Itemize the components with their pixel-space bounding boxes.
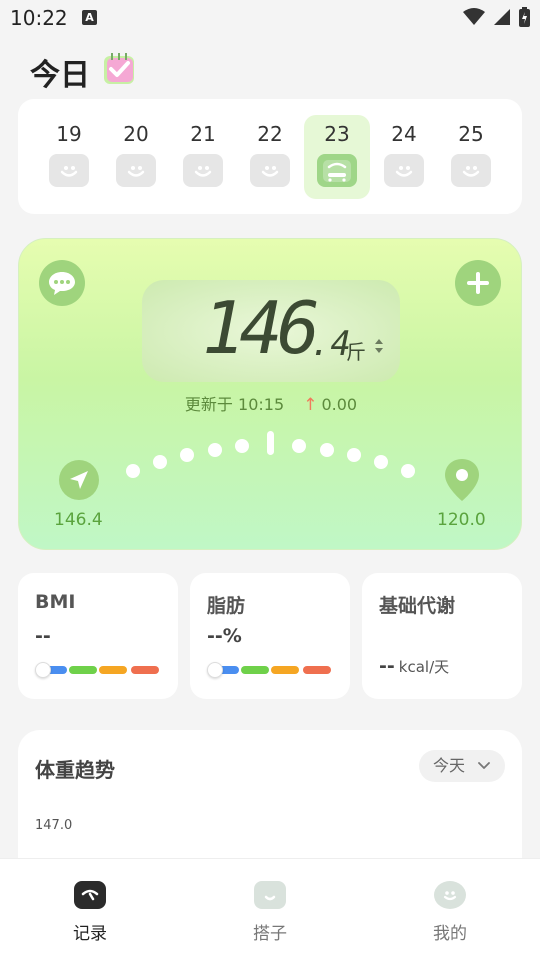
date-item-25[interactable]: 25 [438,115,504,199]
bmr-title: 基础代谢 [379,595,456,617]
date-strip: 19 20 21 22 23 24 25 [18,99,522,214]
face-icon [451,154,491,187]
bmr-value: -- [379,655,395,677]
range-segment [131,666,159,674]
range-segment [303,666,331,674]
date-number: 22 [257,122,283,146]
status-bar: 10:22 A [0,0,540,36]
arc-dot [347,448,361,462]
bmr-unit: kcal/天 [398,658,450,676]
target-pin-icon [445,459,479,501]
nav-mine[interactable]: 我的 [390,881,510,944]
battery-icon [519,7,530,27]
trend-y-tick: 147.0 [35,818,73,833]
trend-range-dropdown[interactable]: 今天 [419,750,505,782]
arc-dot [320,443,334,457]
nav-partner-label: 搭子 [253,924,287,944]
date-item-20[interactable]: 20 [103,115,169,199]
arc-dot [126,464,140,478]
nav-record[interactable]: 记录 [30,881,150,944]
face-icon [49,154,89,187]
target-weight: 120.0 [437,510,486,530]
date-item-22[interactable]: 22 [237,115,303,199]
arc-dot [374,455,388,469]
bmi-title: BMI [35,591,76,613]
range-indicator [207,662,223,678]
date-item-23[interactable]: 23 [304,115,370,199]
arc-current-marker [267,431,274,455]
page-title: 今日 [30,58,90,93]
status-icons [463,7,530,27]
date-number: 24 [391,122,417,146]
date-number: 23 [324,122,350,146]
notification-icon: A [82,10,97,25]
range-segment [69,666,97,674]
range-segment [99,666,127,674]
progress-arc [19,239,523,551]
face-icon [183,154,223,187]
trend-title: 体重趋势 [35,758,115,782]
bottom-nav: 记录 搭子 我的 [0,858,540,960]
fat-value: --% [207,625,242,647]
fat-card[interactable]: 脂肪 --% [190,573,350,699]
chevron-down-icon [478,762,490,769]
range-indicator [35,662,51,678]
date-number: 20 [123,122,149,146]
arc-dot [401,464,415,478]
bmr-card[interactable]: 基础代谢 -- kcal/天 [362,573,522,699]
face-icon [384,154,424,187]
bmi-value: -- [35,625,51,647]
arc-dot [292,439,306,453]
status-time: 10:22 [10,6,68,30]
date-item-19[interactable]: 19 [36,115,102,199]
start-weight: 146.4 [54,510,103,530]
signal-icon [494,9,510,25]
scale-face-icon [317,154,357,187]
bmi-range-bar [35,662,161,678]
profile-face-icon [434,881,466,909]
arc-dot [208,443,222,457]
date-number: 25 [458,122,484,146]
face-icon [116,154,156,187]
bmr-value-row: -- kcal/天 [379,655,449,677]
wifi-icon [463,8,485,25]
weight-card: 146 .4 斤 更新于 10:15 ↑ 0.00 146.4 120.0 [18,238,522,550]
date-number: 19 [56,122,82,146]
arc-dot [180,448,194,462]
nav-partner[interactable]: 搭子 [210,881,330,944]
arc-dot [153,455,167,469]
date-item-24[interactable]: 24 [371,115,437,199]
nav-record-label: 记录 [73,924,107,944]
nav-mine-label: 我的 [433,924,467,944]
fat-range-bar [207,662,333,678]
date-number: 21 [190,122,216,146]
arc-dot [235,439,249,453]
start-navigation-icon [59,460,99,500]
partner-icon [254,881,286,909]
trend-range-label: 今天 [433,756,466,775]
range-segment [241,666,269,674]
calendar-check-icon [104,53,134,84]
date-item-21[interactable]: 21 [170,115,236,199]
range-segment [271,666,299,674]
face-icon [250,154,290,187]
fat-title: 脂肪 [207,595,246,617]
bmi-card[interactable]: BMI -- [18,573,178,699]
record-scale-icon [74,881,106,909]
